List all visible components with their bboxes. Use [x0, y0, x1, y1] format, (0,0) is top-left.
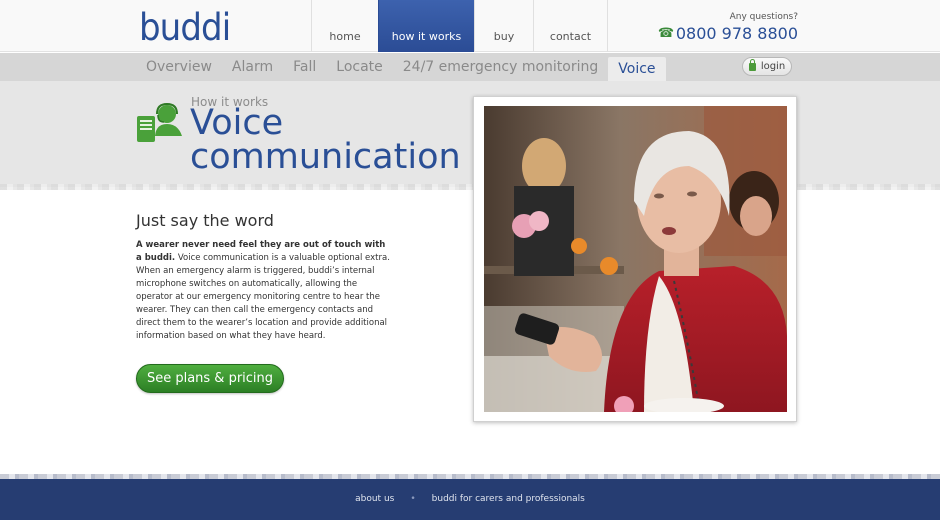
photo-frame	[473, 96, 797, 422]
buddi-logo[interactable]: buddi	[139, 6, 231, 49]
section-heading: Just say the word	[136, 211, 274, 230]
subnav-alarm[interactable]: Alarm	[222, 53, 283, 81]
nav-how-it-works[interactable]: how it works	[378, 0, 474, 52]
login-button[interactable]: login	[742, 57, 792, 76]
see-plans-pricing-button[interactable]: See plans & pricing	[136, 364, 284, 393]
login-label: login	[760, 61, 786, 72]
body-paragraph: A wearer never need feel they are out of…	[136, 239, 392, 343]
phone-number[interactable]: ☎ 0800 978 8800	[658, 24, 798, 43]
footer-carers-professionals-link[interactable]: buddi for carers and professionals	[432, 494, 585, 504]
headset-operator-icon	[137, 102, 182, 142]
footer-links: about us • buddi for carers and professi…	[0, 494, 940, 504]
subnav-overview[interactable]: Overview	[136, 53, 222, 81]
nav-home[interactable]: home	[311, 0, 378, 52]
nav-buy[interactable]: buy	[474, 0, 533, 52]
phone-icon: ☎	[657, 25, 675, 41]
subnav-monitoring[interactable]: 24/7 emergency monitoring	[393, 53, 609, 81]
main-nav: home how it works buy contact	[311, 0, 608, 52]
subnav-fall[interactable]: Fall	[283, 53, 326, 81]
footer-about-us-link[interactable]: about us	[355, 494, 394, 504]
hero-torn-edge	[0, 184, 940, 190]
phone-number-text: 0800 978 8800	[675, 24, 798, 43]
subnav-items: Overview Alarm Fall Locate 24/7 emergenc…	[136, 53, 666, 81]
subnav-voice[interactable]: Voice	[608, 57, 666, 81]
page-title: Voice communication	[190, 103, 461, 177]
body-text: Voice communication is a valuable option…	[136, 253, 390, 341]
questions-label: Any questions?	[729, 12, 798, 22]
sub-navigation: Overview Alarm Fall Locate 24/7 emergenc…	[0, 53, 940, 81]
site-header: buddi home how it works buy contact Any …	[0, 0, 940, 52]
nav-contact[interactable]: contact	[533, 0, 608, 52]
woman-with-buddi-device-photo	[484, 106, 787, 412]
footer-separator: •	[410, 494, 416, 504]
subnav-locate[interactable]: Locate	[326, 53, 393, 81]
lock-icon	[748, 58, 756, 71]
